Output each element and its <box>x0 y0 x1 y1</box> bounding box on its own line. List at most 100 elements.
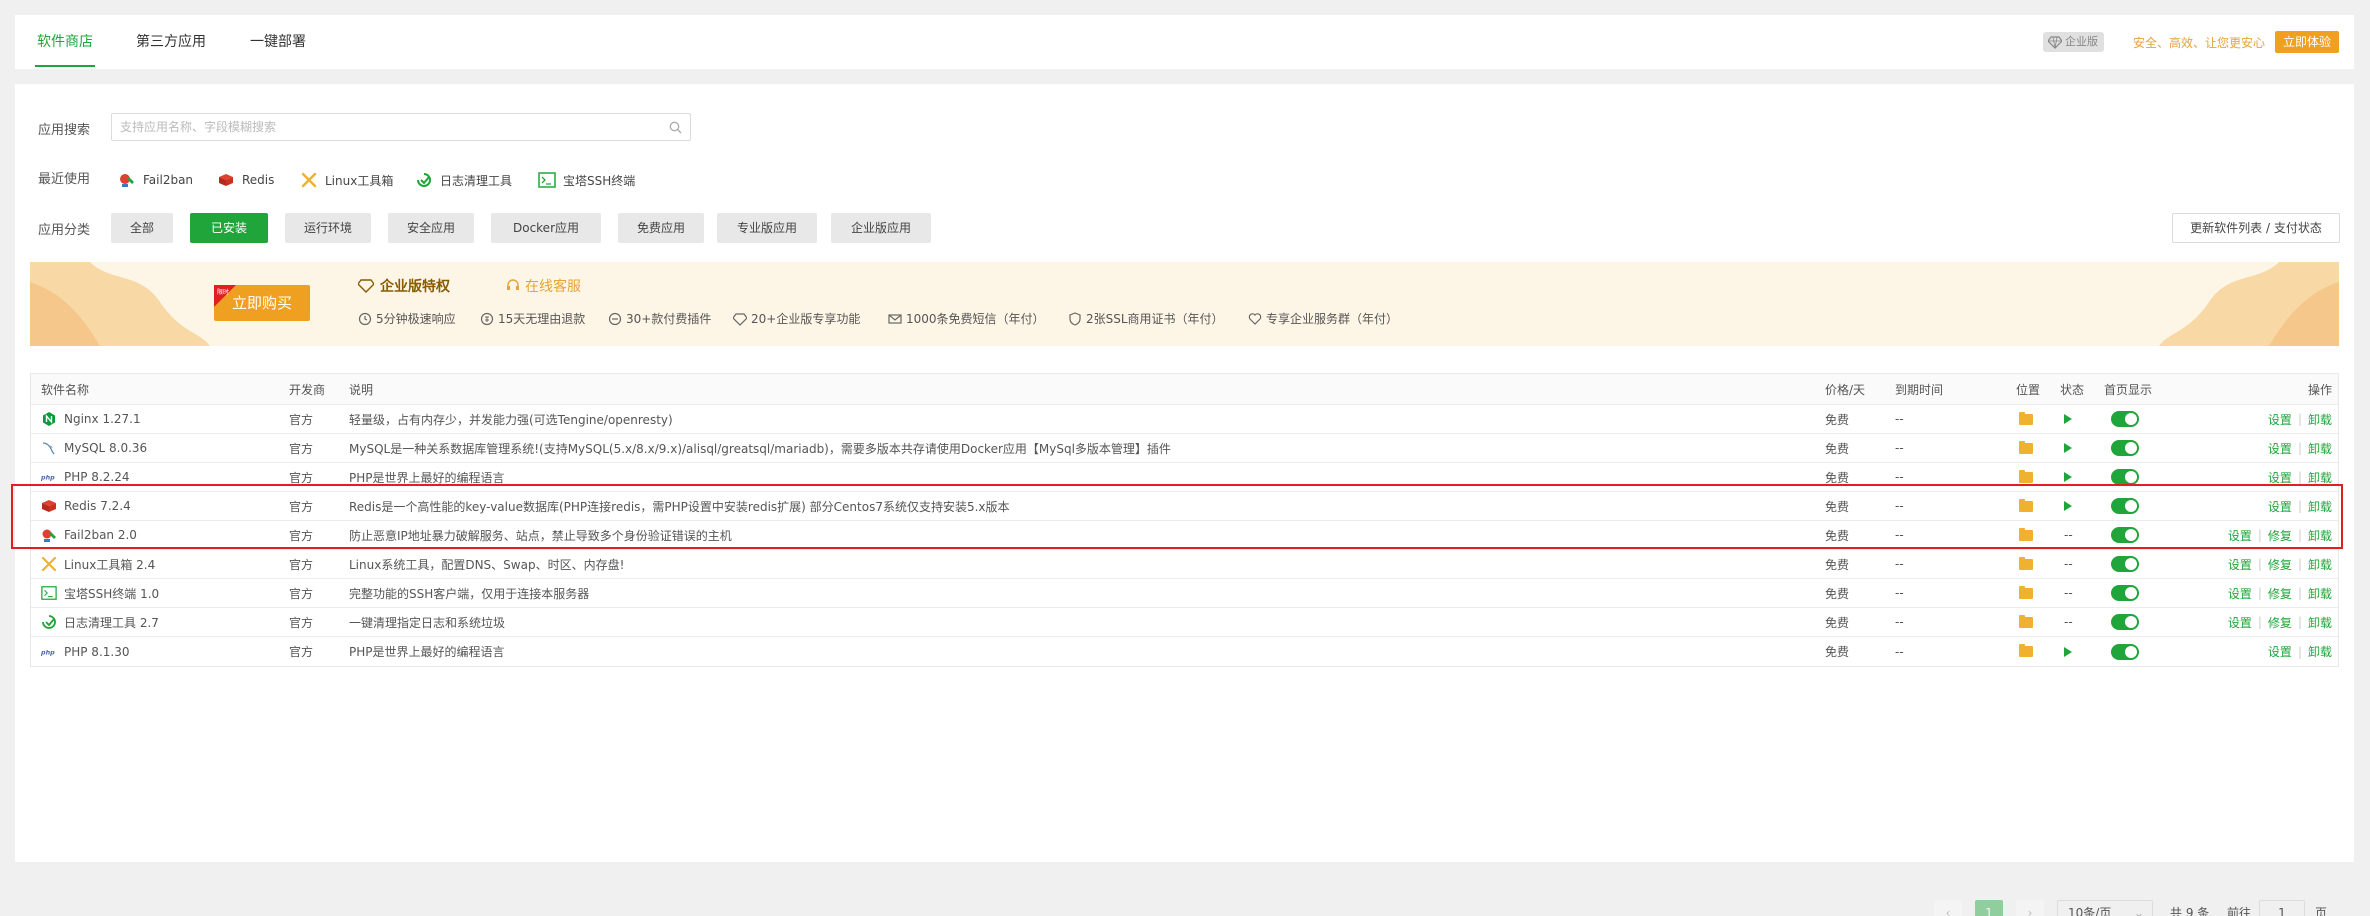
home-display-toggle[interactable] <box>2111 614 2139 630</box>
op-link[interactable]: 卸载 <box>2308 643 2332 660</box>
folder-icon[interactable] <box>2019 527 2033 541</box>
page-1-button[interactable]: 1 <box>1975 900 2003 916</box>
recent-linux-toolbox[interactable]: Linux工具箱 <box>300 170 393 190</box>
folder-icon[interactable] <box>2019 614 2033 628</box>
op-link[interactable]: 卸载 <box>2308 556 2332 573</box>
play-icon[interactable] <box>2064 414 2072 424</box>
row-name[interactable]: MySQL 8.0.36 <box>41 434 147 462</box>
row-status[interactable] <box>2064 405 2072 433</box>
op-link[interactable]: 卸载 <box>2308 411 2332 428</box>
op-link[interactable]: 修复 <box>2268 556 2292 573</box>
category-runtime[interactable]: 运行环境 <box>285 213 371 243</box>
row-location[interactable] <box>2019 637 2033 666</box>
category-installed[interactable]: 已安装 <box>190 213 268 243</box>
category-security[interactable]: 安全应用 <box>388 213 474 243</box>
goto-page-input[interactable]: 1 <box>2259 900 2305 916</box>
row-home-display[interactable] <box>2111 637 2139 666</box>
row-name[interactable]: php PHP 8.1.30 <box>41 637 129 666</box>
play-icon[interactable] <box>2064 443 2072 453</box>
row-home-display[interactable] <box>2111 492 2139 520</box>
buy-now-button[interactable]: 限时 立即购买 <box>214 285 310 321</box>
op-link[interactable]: 卸载 <box>2308 440 2332 457</box>
category-enterprise[interactable]: 企业版应用 <box>831 213 931 243</box>
row-location[interactable] <box>2019 463 2033 491</box>
home-display-toggle[interactable] <box>2111 469 2139 485</box>
op-link[interactable]: 设置 <box>2268 440 2292 457</box>
op-link[interactable]: 设置 <box>2268 469 2292 486</box>
tab-software-store[interactable]: 软件商店 <box>35 15 95 69</box>
home-display-toggle[interactable] <box>2111 440 2139 456</box>
row-name[interactable]: Fail2ban 2.0 <box>41 521 137 549</box>
op-link[interactable]: 卸载 <box>2308 469 2332 486</box>
op-link[interactable]: 设置 <box>2268 498 2292 515</box>
recent-ssh-terminal[interactable]: 宝塔SSH终端 <box>538 170 635 190</box>
folder-icon[interactable] <box>2019 469 2033 483</box>
op-link[interactable]: 修复 <box>2268 614 2292 631</box>
home-display-toggle[interactable] <box>2111 643 2139 660</box>
recent-redis[interactable]: Redis <box>217 170 274 190</box>
op-link[interactable]: 设置 <box>2228 614 2252 631</box>
online-service-link[interactable]: 在线客服 <box>506 276 581 296</box>
op-link[interactable]: 设置 <box>2228 527 2252 544</box>
search-input[interactable] <box>112 114 652 140</box>
row-location[interactable] <box>2019 434 2033 462</box>
row-status[interactable] <box>2064 434 2072 462</box>
play-icon[interactable] <box>2064 646 2072 657</box>
category-pro[interactable]: 专业版应用 <box>717 213 817 243</box>
row-location[interactable] <box>2019 608 2033 636</box>
play-icon[interactable] <box>2064 472 2072 482</box>
row-location[interactable] <box>2019 550 2033 578</box>
op-link[interactable]: 设置 <box>2228 556 2252 573</box>
row-status[interactable] <box>2064 463 2072 491</box>
op-link[interactable]: 卸载 <box>2308 585 2332 602</box>
op-link[interactable]: 设置 <box>2268 643 2292 660</box>
op-link[interactable]: 卸载 <box>2308 527 2332 544</box>
folder-icon[interactable] <box>2019 411 2033 425</box>
op-link[interactable]: 设置 <box>2228 585 2252 602</box>
row-location[interactable] <box>2019 579 2033 607</box>
home-display-toggle[interactable] <box>2111 498 2139 514</box>
row-name[interactable]: php PHP 8.2.24 <box>41 463 129 491</box>
row-home-display[interactable] <box>2111 550 2139 578</box>
row-location[interactable] <box>2019 405 2033 433</box>
page-size-select[interactable]: 10条/页 ⌄ <box>2057 900 2153 916</box>
try-now-button[interactable]: 立即体验 <box>2275 31 2339 53</box>
row-status[interactable] <box>2064 637 2072 666</box>
home-display-toggle[interactable] <box>2111 585 2139 601</box>
op-link[interactable]: 设置 <box>2268 411 2292 428</box>
home-display-toggle[interactable] <box>2111 556 2139 572</box>
category-all[interactable]: 全部 <box>111 213 173 243</box>
op-link[interactable]: 卸载 <box>2308 614 2332 631</box>
row-name[interactable]: 日志清理工具 2.7 <box>41 608 159 636</box>
row-name[interactable]: Redis 7.2.4 <box>41 492 131 520</box>
tab-third-party[interactable]: 第三方应用 <box>136 15 206 69</box>
recent-log-cleaner[interactable]: 日志清理工具 <box>415 170 512 190</box>
prev-page-button[interactable]: ‹ <box>1934 900 1962 916</box>
category-free[interactable]: 免费应用 <box>618 213 704 243</box>
folder-icon[interactable] <box>2019 498 2033 512</box>
row-home-display[interactable] <box>2111 579 2139 607</box>
row-status[interactable] <box>2064 492 2072 520</box>
folder-icon[interactable] <box>2019 585 2033 599</box>
category-docker[interactable]: Docker应用 <box>491 213 601 243</box>
row-home-display[interactable] <box>2111 463 2139 491</box>
tab-one-click-deploy[interactable]: 一键部署 <box>250 15 306 69</box>
row-location[interactable] <box>2019 492 2033 520</box>
row-home-display[interactable] <box>2111 521 2139 549</box>
folder-icon[interactable] <box>2019 644 2033 657</box>
op-link[interactable]: 卸载 <box>2308 498 2332 515</box>
home-display-toggle[interactable] <box>2111 527 2139 543</box>
row-location[interactable] <box>2019 521 2033 549</box>
folder-icon[interactable] <box>2019 556 2033 570</box>
update-list-button[interactable]: 更新软件列表 / 支付状态 <box>2172 213 2340 243</box>
play-icon[interactable] <box>2064 501 2072 511</box>
home-display-toggle[interactable] <box>2111 411 2139 427</box>
recent-fail2ban[interactable]: Fail2ban <box>118 170 193 190</box>
search-icon[interactable] <box>669 121 682 134</box>
row-name[interactable]: 宝塔SSH终端 1.0 <box>41 579 159 607</box>
row-home-display[interactable] <box>2111 608 2139 636</box>
row-name[interactable]: Linux工具箱 2.4 <box>41 550 155 578</box>
row-home-display[interactable] <box>2111 434 2139 462</box>
next-page-button[interactable]: › <box>2016 900 2044 916</box>
op-link[interactable]: 修复 <box>2268 585 2292 602</box>
